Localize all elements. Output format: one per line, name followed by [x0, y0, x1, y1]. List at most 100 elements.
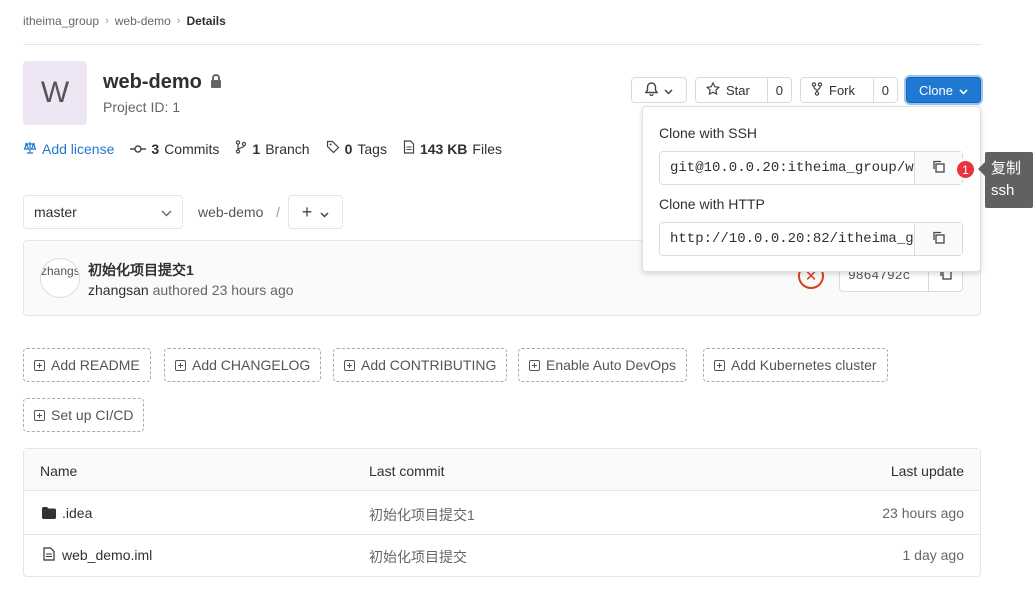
add-readme-label: Add README [51, 357, 140, 373]
column-header-name: Name [40, 463, 78, 479]
table-row[interactable] [24, 492, 980, 534]
commits-label: Commits [164, 140, 220, 157]
files-size: 143 KB [419, 140, 468, 157]
plus-square-icon [175, 359, 186, 371]
tags-label: Tags [357, 140, 387, 157]
project-avatar: W [23, 61, 87, 125]
column-header-last-update: Last update [890, 463, 964, 479]
breadcrumb-group[interactable]: itheima_group [23, 14, 99, 28]
project-stats: Add license 3 Commits 1 Branch 0 Tags 14… [23, 140, 502, 157]
tags-link[interactable]: 0 Tags [326, 140, 387, 157]
table-row[interactable] [24, 535, 980, 576]
repo-path[interactable]: web-demo [198, 204, 263, 220]
plus-square-icon [34, 359, 45, 371]
plus-icon: + [301, 201, 313, 222]
bell-icon [644, 81, 659, 99]
setup-cicd-button[interactable]: Set up CI/CD [23, 398, 145, 432]
branch-label: Branch [265, 140, 310, 157]
annotation-tooltip: 复制 ssh [978, 152, 1033, 208]
branch-name: master [34, 204, 77, 220]
add-kubernetes-cluster-button[interactable]: Add Kubernetes cluster [703, 348, 888, 382]
file-updated: 23 hours ago [882, 505, 964, 521]
tag-icon [326, 140, 340, 157]
commit-title[interactable]: 初始化项目提交1 [88, 260, 194, 280]
fork-label: Fork [829, 82, 855, 98]
chevron-down-icon [664, 83, 673, 98]
file-name-link[interactable]: .idea [62, 505, 92, 521]
plus-square-icon [714, 359, 725, 371]
enable-auto-devops-label: Enable Auto DevOps [546, 357, 676, 373]
copy-icon [932, 231, 945, 247]
commit-authored: authored [152, 282, 208, 298]
branch-icon [235, 140, 247, 157]
clone-http-input[interactable]: http://10.0.0.20:82/itheima_group/web-de… [660, 231, 914, 247]
star-label: Star [726, 82, 750, 98]
breadcrumb-project[interactable]: web-demo [115, 14, 171, 28]
file-table-header [24, 449, 980, 491]
add-file-dropdown[interactable]: + [288, 195, 343, 229]
notification-dropdown[interactable] [631, 77, 687, 103]
clone-label: Clone [919, 82, 953, 98]
commit-meta: zhangsan authored 23 hours ago [88, 282, 294, 298]
commits-count: 3 [151, 140, 160, 157]
enable-auto-devops-button[interactable]: Enable Auto DevOps [518, 348, 687, 382]
plus-square-icon [529, 359, 540, 371]
clone-ssh-input[interactable]: git@10.0.0.20:itheima_group/web-demo.git [660, 160, 914, 176]
copy-icon [932, 160, 945, 176]
copy-http-button[interactable] [914, 223, 962, 255]
project-title: web-demo [103, 71, 222, 94]
file-name-link[interactable]: web_demo.iml [62, 547, 152, 563]
files-label: Files [472, 140, 502, 157]
author-avatar[interactable]: zhangsan [40, 258, 80, 298]
commits-link[interactable]: 3 Commits [130, 141, 219, 157]
breadcrumb: itheima_group › web-demo › Details [23, 14, 226, 28]
fork-count[interactable]: 0 [872, 78, 897, 102]
clone-http-group: http://10.0.0.20:82/itheima_group/web-de… [659, 222, 963, 256]
add-contributing-button[interactable]: Add CONTRIBUTING [333, 348, 508, 382]
add-changelog-button[interactable]: Add CHANGELOG [164, 348, 322, 382]
divider [23, 44, 981, 45]
add-changelog-label: Add CHANGELOG [192, 357, 311, 373]
clone-http-title: Clone with HTTP [659, 196, 765, 212]
file-commit-link[interactable]: 初始化项目提交1 [369, 505, 475, 525]
add-readme-button[interactable]: Add README [23, 348, 151, 382]
branch-count: 1 [252, 140, 261, 157]
document-icon [403, 140, 415, 157]
file-updated: 1 day ago [902, 547, 965, 563]
add-license-label: Add license [42, 140, 115, 157]
clone-ssh-title: Clone with SSH [659, 125, 758, 141]
fork-button[interactable]: Fork 0 [800, 77, 898, 103]
commit-icon [130, 141, 147, 157]
branch-select[interactable]: master [23, 195, 183, 229]
commit-author[interactable]: zhangsan [88, 282, 149, 298]
breadcrumb-current[interactable]: Details [186, 14, 225, 28]
add-license-link[interactable]: Add license [23, 141, 114, 157]
fork-icon [811, 81, 823, 99]
clone-button[interactable]: Clone [906, 77, 981, 103]
star-count[interactable]: 0 [766, 78, 791, 102]
chevron-right-icon: › [176, 15, 181, 27]
project-name: web-demo [103, 71, 202, 93]
chevron-down-icon [959, 83, 968, 98]
tags-count: 0 [344, 140, 353, 157]
add-kubernetes-cluster-label: Add Kubernetes cluster [731, 357, 877, 373]
branch-link[interactable]: 1 Branch [235, 140, 310, 157]
path-separator: / [276, 204, 280, 220]
files-link[interactable]: 143 KB Files [403, 140, 502, 157]
annotation-badge: 1 [955, 159, 976, 180]
folder-icon [42, 506, 56, 522]
star-button[interactable]: Star 0 [695, 77, 792, 103]
project-id: Project ID: 1 [103, 99, 181, 115]
tooltip-line-2: ssh [991, 182, 1015, 199]
chevron-right-icon: › [105, 15, 109, 27]
file-icon [43, 547, 55, 564]
plus-square-icon [34, 409, 45, 421]
file-commit-link[interactable]: 初始化项目提交 [369, 547, 467, 567]
column-header-last-commit: Last commit [369, 463, 445, 479]
commit-time: 23 hours ago [211, 282, 294, 298]
chevron-down-icon [320, 202, 329, 223]
add-contributing-label: Add CONTRIBUTING [361, 357, 497, 373]
tooltip-line-1: 复制 [991, 160, 1022, 177]
chevron-down-icon [161, 204, 172, 220]
lock-icon [210, 71, 222, 94]
